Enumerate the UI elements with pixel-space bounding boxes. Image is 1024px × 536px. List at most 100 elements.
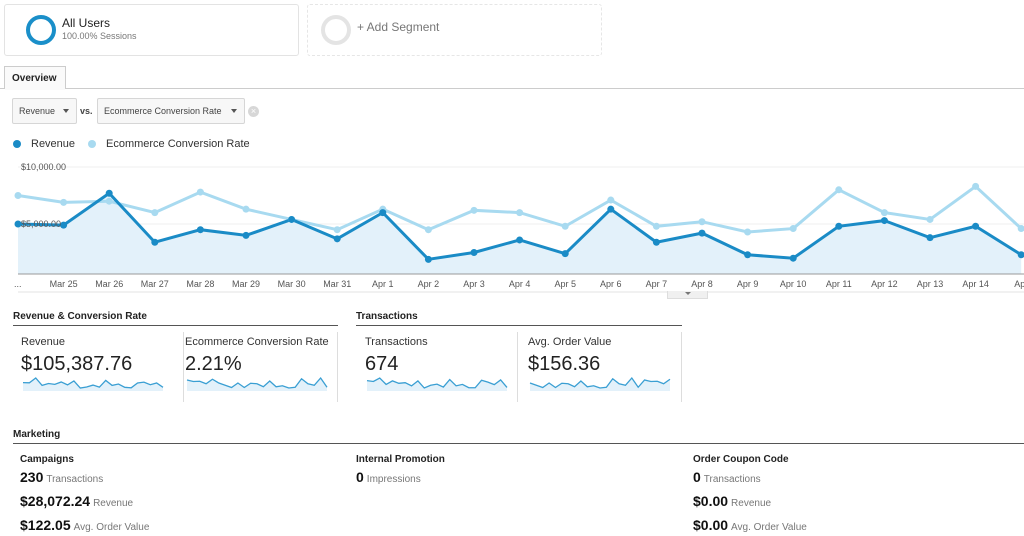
revenue-point[interactable] [607,205,615,213]
add-segment-label: + Add Segment [357,20,440,34]
conversion-point[interactable] [698,218,706,226]
conversion-point[interactable] [424,226,432,234]
section-marketing-title: Marketing [13,429,1024,444]
revenue-point[interactable] [424,255,432,263]
revenue-point[interactable] [835,222,843,230]
scorecard-revenue[interactable]: Revenue $105,387.76 [21,332,184,402]
conversion-point[interactable] [196,188,204,196]
scorecard-label: Ecommerce Conversion Rate [185,336,329,348]
conversion-point[interactable] [151,209,159,217]
legend-dot-revenue [13,140,21,148]
scorecard-label: Revenue [21,336,66,348]
scorecard-transactions[interactable]: Transactions 674 [365,332,518,402]
x-tick-label: Mar 30 [278,279,306,289]
scorecard-value: $105,387.76 [21,353,133,375]
conversion-point[interactable] [880,209,888,217]
x-tick-label: Apr 4 [509,279,531,289]
scorecard-value: 674 [365,353,399,375]
x-tick-label: Apr 9 [737,279,759,289]
conversion-point[interactable] [60,198,68,206]
revenue-point[interactable] [379,209,387,217]
vs-label: vs. [80,106,93,116]
tab-bar-divider [0,88,1024,89]
revenue-point[interactable] [288,215,296,223]
revenue-point[interactable] [880,217,888,225]
conversion-point[interactable] [516,209,524,217]
x-tick-label: Apr 8 [691,279,713,289]
conversion-point[interactable] [972,182,980,190]
scorecard-value: 2.21% [185,353,242,375]
scorecard-avg-order-value[interactable]: Avg. Order Value $156.36 [528,332,682,402]
x-tick-label: Apr 13 [917,279,944,289]
conversion-point[interactable] [835,186,843,194]
x-tick-label: Apr 5 [554,279,576,289]
section-revenue-conversion-title: Revenue & Conversion Rate [13,311,338,326]
metric-label: Avg. Order Value [73,522,150,533]
conversion-point[interactable] [333,226,341,234]
x-tick-label: Mar 27 [141,279,169,289]
metric-label: Revenue [93,498,134,509]
x-tick-label: Apr 3 [463,279,485,289]
scorecard-conversion-rate[interactable]: Ecommerce Conversion Rate 2.21% [185,332,338,402]
add-segment-button[interactable]: + Add Segment [307,4,602,56]
revenue-point[interactable] [652,238,660,246]
segment-all-users[interactable]: All Users 100.00% Sessions [4,4,299,56]
x-tick-label: Apr 7 [646,279,668,289]
conversion-point[interactable] [789,225,797,233]
campaigns-title[interactable]: Campaigns [20,454,74,465]
x-tick-label: Apr 11 [826,279,852,289]
legend-revenue: Revenue [13,138,75,150]
tab-overview[interactable]: Overview [4,66,66,90]
coupon-avg-order-value: $0.00 Avg. Order Value [693,517,807,535]
conversion-point[interactable] [652,222,660,230]
revenue-point[interactable] [105,189,113,197]
metric-label: Transactions [703,474,761,485]
revenue-point[interactable] [926,234,934,242]
revenue-point[interactable] [470,249,478,256]
campaigns-avg-order-value: $122.05 Avg. Order Value [20,517,149,535]
coupon-revenue: $0.00 Revenue [693,493,771,511]
conversion-point[interactable] [561,222,569,230]
metric2-label: Ecommerce Conversion Rate [104,106,222,116]
metric-label: Transactions [46,474,104,485]
revenue-point[interactable] [561,250,569,258]
revenue-point[interactable] [972,222,980,230]
revenue-point[interactable] [744,251,752,259]
conversion-point[interactable] [926,215,934,223]
revenue-point[interactable] [151,238,159,246]
revenue-point[interactable] [196,226,204,234]
conversion-point[interactable] [105,197,113,205]
x-tick-label: Mar 26 [95,279,123,289]
metric-label: Impressions [366,474,421,485]
revenue-point[interactable] [242,231,250,239]
revenue-point[interactable] [516,236,524,244]
metric-label: Revenue [731,498,772,509]
revenue-point[interactable] [60,221,68,229]
metric2-dropdown[interactable]: Ecommerce Conversion Rate [97,98,245,124]
conversion-point[interactable] [14,192,22,199]
segment-subtitle: 100.00% Sessions [62,31,137,41]
conversion-point[interactable] [607,196,615,204]
internal-promotion-impressions: 0 Impressions [356,469,421,487]
collapse-chart-toggle[interactable] [667,291,708,299]
metric-value: 0 [356,469,364,485]
segment-title: All Users [62,16,111,30]
scorecard-label: Avg. Order Value [528,336,612,348]
conversion-point[interactable] [744,228,752,236]
revenue-point[interactable] [698,229,706,237]
metric-label: Avg. Order Value [731,522,807,533]
order-coupon-code-title[interactable]: Order Coupon Code [693,454,789,465]
conversion-point[interactable] [242,205,250,213]
metric1-dropdown[interactable]: Revenue [12,98,77,124]
chevron-down-icon [63,109,69,113]
chevron-down-icon [231,109,237,113]
revenue-point[interactable] [333,235,341,243]
campaigns-transactions: 230 Transactions [20,469,103,487]
coupon-transactions: 0 Transactions [693,469,761,487]
conversion-point[interactable] [470,206,478,214]
x-tick-label: Apr 2 [418,279,440,289]
internal-promotion-title[interactable]: Internal Promotion [356,454,445,465]
metric1-label: Revenue [19,106,56,116]
clear-comparison-icon[interactable]: × [248,106,259,117]
revenue-point[interactable] [789,254,797,262]
